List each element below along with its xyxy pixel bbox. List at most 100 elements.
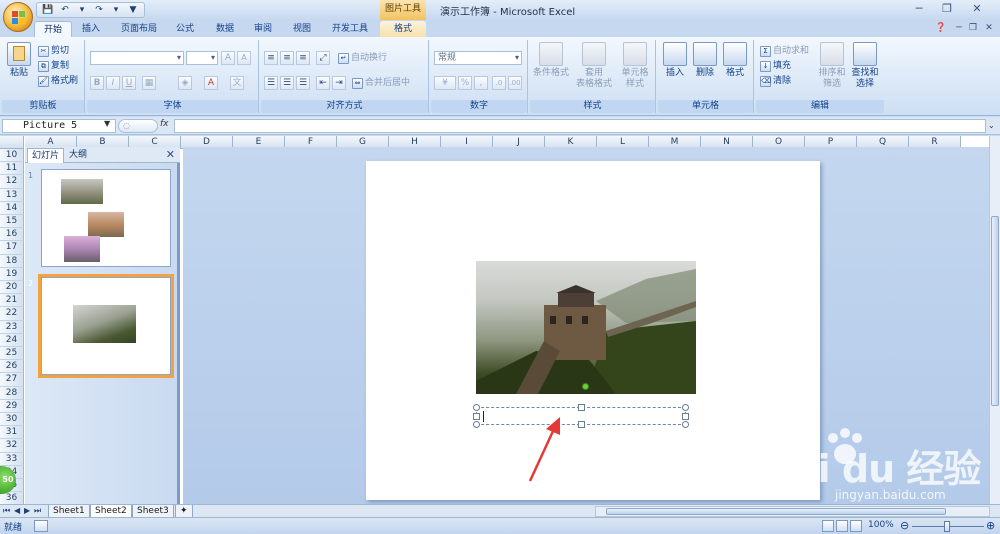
resize-handle-bottom-left[interactable] (473, 421, 480, 428)
grow-font-icon[interactable]: A (221, 51, 235, 65)
align-middle-icon[interactable]: ≡ (280, 51, 294, 65)
underline-icon[interactable]: U (122, 76, 136, 90)
row-header-27[interactable]: 27 (0, 373, 24, 387)
vertical-scroll-thumb[interactable] (991, 216, 999, 406)
zoom-slider-knob[interactable] (944, 521, 950, 532)
tab-format[interactable]: 格式 (380, 21, 426, 38)
great-wall-photo[interactable] (476, 261, 696, 394)
vertical-scrollbar[interactable] (989, 136, 1000, 504)
first-sheet-icon[interactable]: ⏮ (3, 506, 10, 516)
increase-indent-icon[interactable]: ⇥ (332, 76, 346, 90)
name-box[interactable]: Picture 5 (2, 119, 116, 133)
wrap-text-button[interactable]: ↵ 自动换行 (338, 52, 387, 64)
row-header-23[interactable]: 23 (0, 320, 24, 334)
font-name-combo[interactable] (90, 51, 184, 65)
align-center-icon[interactable]: ☰ (280, 76, 294, 90)
orientation-icon[interactable]: ⤢ (316, 51, 330, 65)
tab-slides[interactable]: 幻灯片 (27, 148, 65, 163)
tab-insert[interactable]: 插入 (76, 21, 106, 38)
last-sheet-icon[interactable]: ⏭ (34, 506, 41, 516)
selected-text-box[interactable] (473, 404, 689, 428)
row-header-22[interactable]: 22 (0, 307, 24, 321)
select-all-corner[interactable] (0, 136, 24, 149)
tab-data[interactable]: 数据 (210, 21, 240, 38)
redo-icon[interactable]: ↷ (92, 4, 106, 16)
redo-dropdown-icon[interactable]: ▾ (109, 4, 123, 16)
prev-sheet-icon[interactable]: ◀ (14, 506, 20, 515)
row-header-28[interactable]: 28 (0, 386, 24, 400)
horizontal-scroll-thumb[interactable] (606, 508, 946, 515)
row-header-17[interactable]: 17 (0, 241, 24, 255)
minimize-button[interactable]: ─ (908, 2, 930, 16)
tab-developer[interactable]: 开发工具 (326, 21, 374, 38)
resize-handle-top-right[interactable] (682, 404, 689, 411)
font-size-combo[interactable] (186, 51, 218, 65)
resize-handle-bottom-right[interactable] (682, 421, 689, 428)
row-header-18[interactable]: 18 (0, 254, 24, 268)
workbook-restore-icon[interactable]: ❐ (966, 22, 980, 36)
row-header-25[interactable]: 25 (0, 347, 24, 361)
number-format-combo[interactable]: 常规 (434, 51, 522, 65)
align-top-icon[interactable]: ≡ (264, 51, 278, 65)
table-format-button[interactable]: 套用 表格格式 (574, 42, 614, 90)
decrease-decimal-icon[interactable]: .00 (508, 76, 522, 90)
expand-formula-bar-icon[interactable]: ⌄ (988, 119, 998, 133)
formula-input[interactable] (174, 119, 986, 133)
row-header-29[interactable]: 29 (0, 399, 24, 413)
tab-home[interactable]: 开始 (34, 21, 72, 38)
tab-review[interactable]: 审阅 (248, 21, 278, 38)
customize-qat-icon[interactable]: ▼ (126, 4, 140, 16)
row-header-30[interactable]: 30 (0, 413, 24, 427)
cut-button[interactable]: ✂ 剪切 (38, 45, 69, 57)
undo-dropdown-icon[interactable]: ▾ (75, 4, 89, 16)
row-header-24[interactable]: 24 (0, 333, 24, 347)
fill-button[interactable]: ↓ 填充 (760, 60, 791, 72)
clear-button[interactable]: ⌫ 清除 (760, 75, 791, 87)
slide-thumbnail-2[interactable] (38, 274, 174, 378)
autosum-button[interactable]: Σ 自动求和 (760, 45, 809, 57)
cell-styles-button[interactable]: 单元格 样式 (616, 42, 654, 90)
save-icon[interactable]: 💾 (41, 4, 55, 16)
align-left-icon[interactable]: ☰ (264, 76, 278, 90)
help-icon[interactable]: ❓ (934, 22, 948, 36)
restore-button[interactable]: ❐ (936, 2, 958, 16)
current-slide[interactable] (366, 161, 820, 500)
row-header-36[interactable]: 36 (0, 492, 24, 504)
resize-handle-bottom[interactable] (578, 421, 585, 428)
rotate-handle[interactable] (582, 383, 589, 390)
tab-page-layout[interactable]: 页面布局 (112, 21, 166, 38)
office-button[interactable] (3, 2, 33, 32)
formula-cancel-icon[interactable]: ◌ (118, 119, 158, 133)
row-header-16[interactable]: 16 (0, 228, 24, 242)
slide-thumbnail-1[interactable] (41, 169, 171, 267)
row-header-31[interactable]: 31 (0, 426, 24, 440)
format-cells-button[interactable]: 格式 (720, 42, 750, 79)
next-sheet-icon[interactable]: ▶ (24, 506, 30, 515)
percent-icon[interactable]: % (458, 76, 472, 90)
close-button[interactable]: ✕ (966, 2, 988, 16)
tab-outline[interactable]: 大纲 (65, 148, 91, 163)
horizontal-scrollbar[interactable] (595, 506, 990, 517)
row-header-14[interactable]: 14 (0, 201, 24, 215)
currency-icon[interactable]: ¥ (434, 76, 456, 90)
row-header-26[interactable]: 26 (0, 360, 24, 374)
align-bottom-icon[interactable]: ≡ (296, 51, 310, 65)
zoom-in-icon[interactable]: ⊕ (986, 519, 995, 532)
italic-icon[interactable]: I (106, 76, 120, 90)
bold-icon[interactable]: B (90, 76, 104, 90)
resize-handle-right[interactable] (682, 413, 689, 420)
copy-button[interactable]: ⧉ 复制 (38, 60, 69, 72)
tab-view[interactable]: 视图 (287, 21, 317, 38)
normal-view-icon[interactable] (822, 520, 834, 532)
resize-handle-top[interactable] (578, 404, 585, 411)
undo-icon[interactable]: ↶ (58, 4, 72, 16)
zoom-out-icon[interactable]: ⊖ (900, 519, 909, 532)
row-header-15[interactable]: 15 (0, 215, 24, 229)
format-painter-button[interactable]: 🖌 格式刷 (38, 75, 78, 87)
shrink-font-icon[interactable]: A (237, 51, 251, 65)
close-pane-icon[interactable]: ✕ (166, 148, 175, 161)
tab-formulas[interactable]: 公式 (170, 21, 200, 38)
insert-function-icon[interactable]: fx (160, 119, 169, 129)
page-break-view-icon[interactable] (850, 520, 862, 532)
sort-filter-button[interactable]: 排序和 筛选 (816, 42, 848, 90)
